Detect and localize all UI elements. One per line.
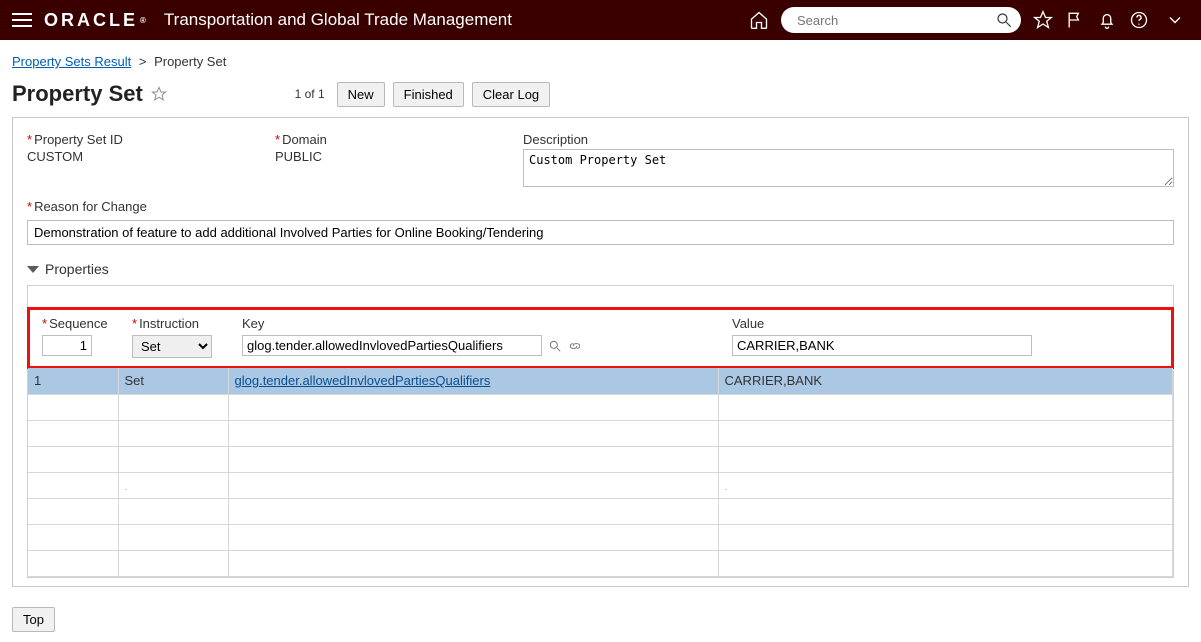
new-button[interactable]: New — [337, 82, 385, 107]
value-input[interactable] — [732, 335, 1032, 356]
clear-log-button[interactable]: Clear Log — [472, 82, 550, 107]
properties-section-toggle[interactable]: Properties — [27, 261, 1174, 277]
key-link[interactable]: glog.tender.allowedInvlovedPartiesQualif… — [235, 373, 491, 388]
record-count: 1 of 1 — [295, 87, 325, 101]
properties-grid: 1Set glog.tender.allowedInvlovedPartiesQu… — [28, 368, 1173, 577]
search-input[interactable] — [795, 12, 995, 29]
home-icon[interactable] — [749, 10, 769, 30]
properties-edit-row: *Sequence *Instruction Set Key Value — [27, 307, 1174, 369]
lookup-icon[interactable] — [548, 339, 562, 353]
domain-label: Domain — [282, 132, 327, 147]
sequence-input[interactable] — [42, 335, 92, 356]
table-row-empty — [28, 524, 1173, 550]
page-title-row: Property Set 1 of 1 New Finished Clear L… — [0, 75, 1201, 117]
field-property-set-id: *Property Set ID CUSTOM — [27, 132, 227, 187]
header-icon-group — [749, 7, 1149, 33]
table-row-empty — [28, 498, 1173, 524]
key-input[interactable] — [242, 335, 542, 356]
reason-label: Reason for Change — [34, 199, 147, 214]
field-domain: *Domain PUBLIC — [275, 132, 475, 187]
page-title: Property Set — [12, 81, 143, 107]
chevron-down-icon — [1165, 10, 1185, 30]
app-title: Transportation and Global Trade Manageme… — [164, 10, 512, 30]
breadcrumb-separator: > — [139, 54, 147, 69]
table-row[interactable]: 1Set glog.tender.allowedInvlovedPartiesQu… — [28, 368, 1173, 394]
breadcrumb: Property Sets Result > Property Set — [0, 40, 1201, 75]
favorite-star-icon[interactable] — [151, 86, 167, 102]
global-search[interactable] — [781, 7, 1021, 33]
cell-key: glog.tender.allowedInvlovedPartiesQualif… — [228, 368, 718, 394]
col-sequence-label: Sequence — [49, 316, 108, 331]
breadcrumb-current: Property Set — [154, 54, 226, 69]
table-toolbar-strip — [28, 286, 1173, 308]
bell-icon[interactable] — [1097, 10, 1117, 30]
table-row-empty — [28, 550, 1173, 576]
property-set-id-value: CUSTOM — [27, 149, 227, 164]
field-description: Description — [523, 132, 1174, 187]
description-input[interactable] — [523, 149, 1174, 187]
page-footer: Top — [0, 597, 1201, 642]
breadcrumb-parent-link[interactable]: Property Sets Result — [12, 54, 131, 69]
table-row-empty: .. — [28, 472, 1173, 498]
brand-logo: ORACLE® — [44, 10, 146, 31]
menu-icon[interactable] — [12, 13, 32, 27]
col-value-label: Value — [732, 316, 1159, 331]
search-icon[interactable] — [995, 11, 1013, 29]
cell-instruction: Set — [118, 368, 228, 394]
cell-value: CARRIER,BANK — [718, 368, 1173, 394]
finished-button[interactable]: Finished — [393, 82, 464, 107]
instruction-select[interactable]: Set — [132, 335, 212, 358]
flag-icon[interactable] — [1065, 10, 1085, 30]
property-set-id-label: Property Set ID — [34, 132, 123, 147]
app-header: ORACLE® Transportation and Global Trade … — [0, 0, 1201, 40]
col-instruction-label: Instruction — [139, 316, 199, 331]
expand-header-button[interactable] — [1161, 6, 1189, 34]
table-row-empty — [28, 420, 1173, 446]
collapse-triangle-icon — [27, 266, 39, 273]
properties-section-title: Properties — [45, 261, 109, 277]
cell-sequence: 1 — [28, 368, 118, 394]
table-row-empty — [28, 394, 1173, 420]
table-row-empty — [28, 446, 1173, 472]
col-key-label: Key — [242, 316, 720, 331]
domain-value: PUBLIC — [275, 149, 475, 164]
link-icon[interactable] — [568, 339, 582, 353]
help-icon[interactable] — [1129, 10, 1149, 30]
detail-panel: *Property Set ID CUSTOM *Domain PUBLIC D… — [12, 117, 1189, 587]
star-icon[interactable] — [1033, 10, 1053, 30]
reason-input[interactable] — [27, 220, 1174, 245]
properties-table: *Sequence *Instruction Set Key Value — [27, 285, 1174, 578]
top-button[interactable]: Top — [12, 607, 55, 632]
description-label: Description — [523, 132, 1174, 147]
